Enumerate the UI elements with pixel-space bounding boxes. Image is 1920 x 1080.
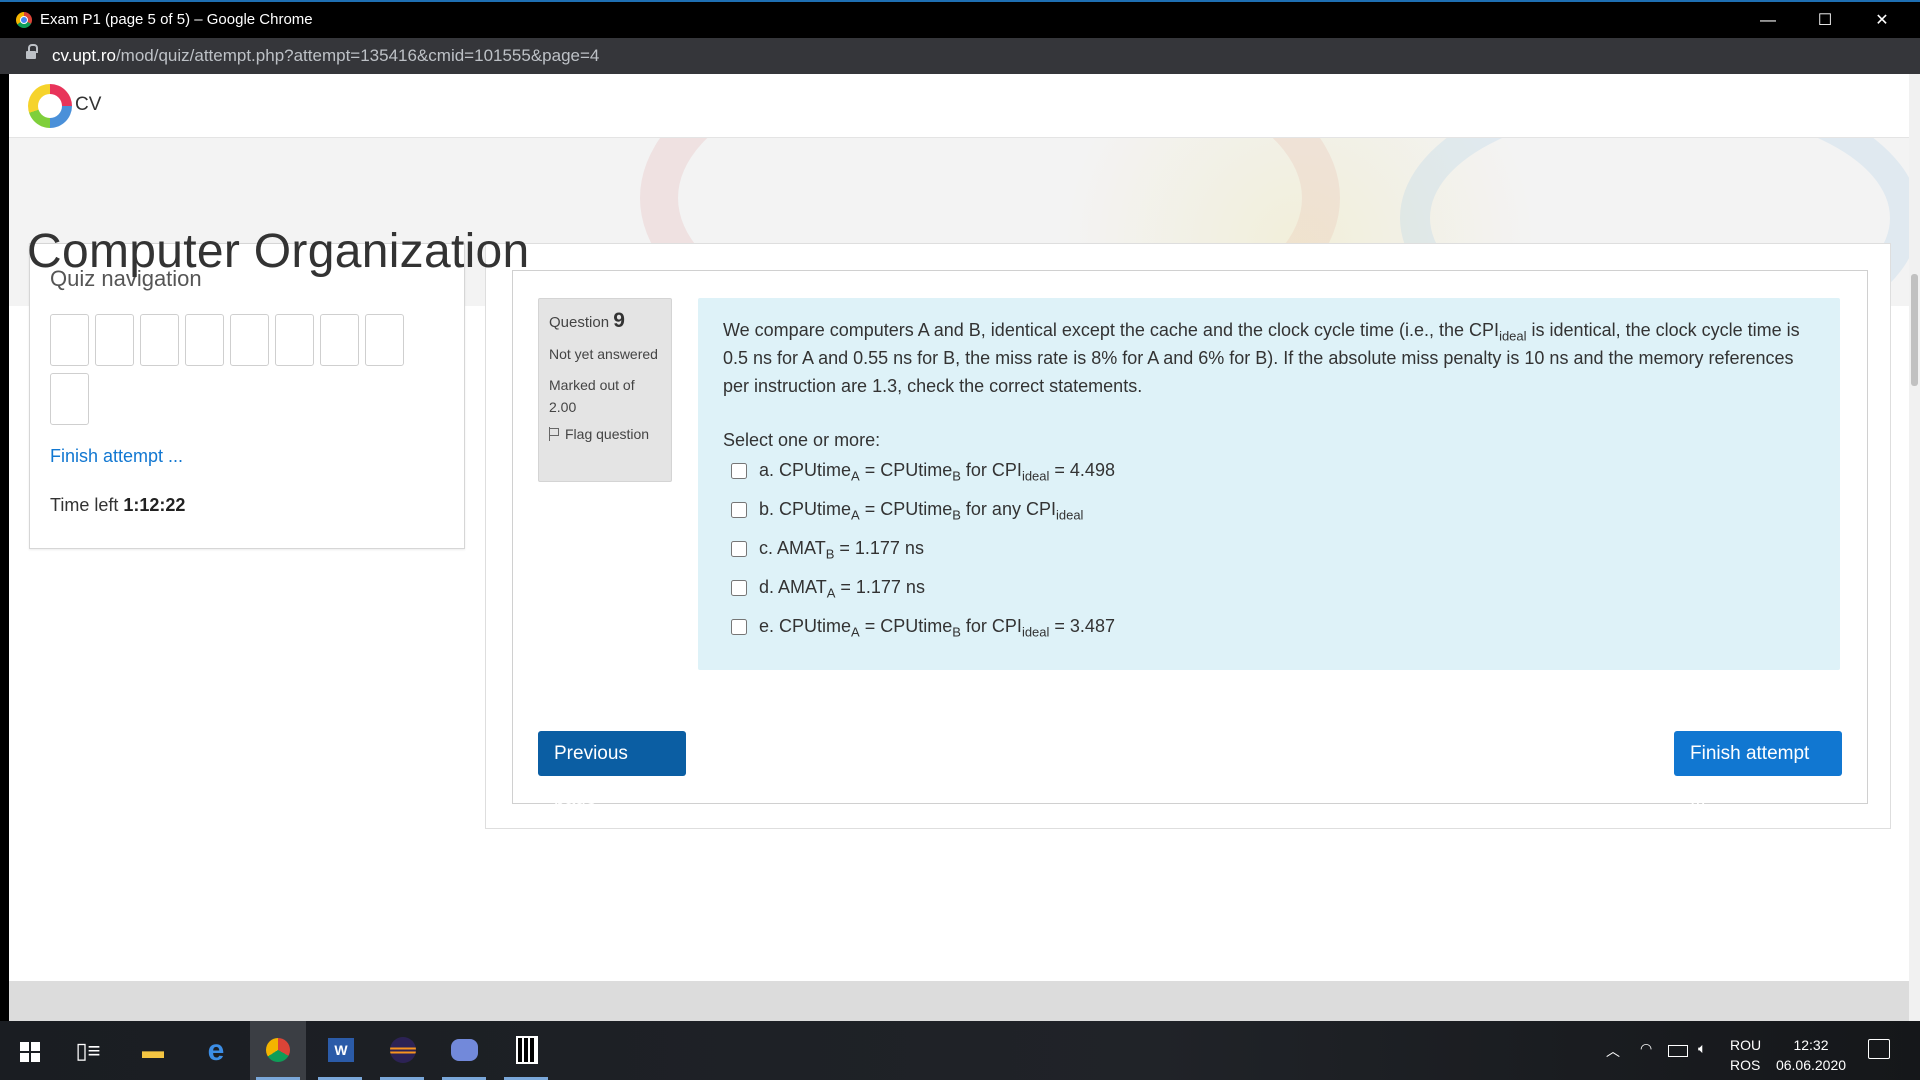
- answer-checkbox-b[interactable]: [731, 501, 747, 518]
- question-text-part: We compare computers A and B, identical …: [723, 320, 1500, 340]
- quiz-nav-question-2[interactable]: [95, 314, 134, 366]
- answer-label-a: a. CPUtimeA = CPUtimeB for CPIideal = 4.…: [759, 460, 1115, 484]
- flag-icon: [549, 427, 559, 441]
- time-left: Time left 1:12:22: [50, 495, 185, 516]
- task-view-icon: ▯≡: [75, 1038, 101, 1063]
- answer-prompt: Select one or more:: [723, 430, 881, 450]
- site-logo-icon[interactable]: [28, 84, 72, 128]
- main-region: Question 9 Not yet answered Marked out o…: [485, 243, 1891, 829]
- word-icon: W: [328, 1038, 354, 1062]
- question-text: We compare computers A and B, identical …: [723, 316, 1815, 400]
- lock-icon: [26, 44, 38, 61]
- quiz-nav-question-3[interactable]: [140, 314, 179, 366]
- answer-option-e[interactable]: e. CPUtimeA = CPUtimeB for CPIideal = 3.…: [723, 607, 1815, 646]
- file-explorer-icon: ▬: [142, 1038, 164, 1063]
- quiz-nav-question-1[interactable]: [50, 314, 89, 366]
- previous-page-button[interactable]: Previous page: [538, 731, 686, 809]
- clock-date: 06.06.2020: [1775, 1057, 1847, 1073]
- time-left-value: 1:12:22: [123, 495, 186, 515]
- question-state: Not yet answered: [549, 346, 658, 362]
- word-button[interactable]: W: [312, 1021, 368, 1080]
- site-navbar: CV: [0, 74, 1909, 138]
- eclipse-button[interactable]: [374, 1021, 430, 1080]
- wifi-icon[interactable]: ◠: [1640, 1040, 1652, 1080]
- start-button[interactable]: [0, 1021, 56, 1080]
- quiz-nav-question-9[interactable]: [50, 373, 89, 425]
- page-title: Computer Organization: [27, 225, 530, 278]
- language-indicator[interactable]: ROU ROS: [1730, 1035, 1761, 1080]
- close-button[interactable]: ✕: [1854, 2, 1910, 40]
- volume-icon[interactable]: 🔈︎: [1698, 1040, 1706, 1080]
- quiz-nav-question-7[interactable]: [320, 314, 359, 366]
- flag-question-label: Flag question: [565, 426, 650, 442]
- flag-question-button[interactable]: Flag question: [549, 426, 661, 442]
- show-hidden-icons[interactable]: ︿: [1606, 1041, 1620, 1080]
- maximize-button[interactable]: ☐: [1797, 2, 1853, 40]
- discord-icon: [451, 1039, 478, 1061]
- chrome-taskbar-icon: [266, 1038, 290, 1062]
- scrollbar-thumb[interactable]: [1911, 274, 1918, 386]
- calculator-button[interactable]: [498, 1021, 554, 1080]
- url-text[interactable]: cv.upt.ro/mod/quiz/attempt.php?attempt=1…: [52, 46, 599, 66]
- finish-attempt-button[interactable]: Finish attempt ...: [1674, 731, 1842, 809]
- windows-taskbar: ▯≡ ▬ e W ︿ ◠ 🔈︎ ROU ROS 12:32 06.06.2020: [0, 1021, 1920, 1080]
- quiz-nav-question-4[interactable]: [185, 314, 224, 366]
- answer-label-b: b. CPUtimeA = CPUtimeB for any CPIideal: [759, 499, 1084, 523]
- window-title: Exam P1 (page 5 of 5) – Google Chrome: [40, 11, 313, 28]
- quiz-nav-question-8[interactable]: [365, 314, 404, 366]
- question-text-subscript: ideal: [1499, 328, 1527, 344]
- window-left-edge: [0, 74, 9, 1021]
- edge-button[interactable]: e: [188, 1021, 244, 1080]
- finish-attempt-link[interactable]: Finish attempt ...: [50, 446, 183, 467]
- url-host: cv.upt.ro: [52, 46, 116, 65]
- file-explorer-button[interactable]: ▬: [125, 1021, 181, 1080]
- question-info: Question 9 Not yet answered Marked out o…: [538, 298, 672, 482]
- quiz-nav-question-6[interactable]: [275, 314, 314, 366]
- answer-checkbox-a[interactable]: [731, 462, 747, 479]
- calculator-icon: [516, 1036, 538, 1064]
- windows-logo-icon: [20, 1042, 40, 1062]
- language-bottom: ROS: [1730, 1057, 1761, 1073]
- task-view-button[interactable]: ▯≡: [60, 1021, 116, 1080]
- battery-icon[interactable]: [1668, 1045, 1688, 1057]
- clock[interactable]: 12:32 06.06.2020: [1775, 1035, 1847, 1080]
- url-path: /mod/quiz/attempt.php?attempt=135416&cmi…: [115, 46, 600, 65]
- answer-label-c: c. AMATB = 1.177 ns: [759, 538, 924, 562]
- page-viewport: CV Computer Organization Quiz navigation…: [0, 74, 1909, 1021]
- window-titlebar: Exam P1 (page 5 of 5) – Google Chrome — …: [0, 0, 1920, 38]
- clock-time: 12:32: [1793, 1037, 1829, 1053]
- minimize-button[interactable]: —: [1740, 2, 1796, 40]
- address-bar[interactable]: cv.upt.ro/mod/quiz/attempt.php?attempt=1…: [0, 38, 1920, 74]
- question-grade: Marked out of 2.00: [549, 377, 635, 415]
- answer-label-d: d. AMATA = 1.177 ns: [759, 577, 925, 601]
- answer-checkbox-c[interactable]: [731, 540, 747, 557]
- time-left-label: Time left: [50, 495, 119, 515]
- discord-button[interactable]: [436, 1021, 492, 1080]
- answer-checkbox-d[interactable]: [731, 579, 747, 596]
- language-top: ROU: [1730, 1037, 1762, 1053]
- answer-list: a. CPUtimeA = CPUtimeB for CPIideal = 4.…: [723, 451, 1815, 646]
- answer-label-e: e. CPUtimeA = CPUtimeB for CPIideal = 3.…: [759, 616, 1115, 640]
- answer-checkbox-e[interactable]: [731, 618, 747, 635]
- quiz-nav-question-5[interactable]: [230, 314, 269, 366]
- question-formulation: We compare computers A and B, identical …: [698, 298, 1840, 670]
- quiz-navigation-block: Quiz navigation Finish attempt ... Time …: [29, 243, 465, 549]
- question-number: Question 9: [549, 309, 661, 333]
- answer-option-d[interactable]: d. AMATA = 1.177 ns: [723, 568, 1815, 607]
- edge-icon: e: [207, 1034, 225, 1067]
- chrome-taskbar-button[interactable]: [250, 1021, 306, 1080]
- answer-option-c[interactable]: c. AMATB = 1.177 ns: [723, 529, 1815, 568]
- question-number-value: 9: [613, 309, 625, 332]
- question-card: Question 9 Not yet answered Marked out o…: [512, 270, 1868, 809]
- eclipse-icon: [390, 1037, 416, 1063]
- question-label: Question: [549, 314, 610, 331]
- answer-option-b[interactable]: b. CPUtimeA = CPUtimeB for any CPIideal: [723, 490, 1815, 529]
- site-logo-text[interactable]: CV: [75, 94, 101, 116]
- action-center-icon[interactable]: [1868, 1039, 1890, 1059]
- page-footer: [0, 981, 1909, 1021]
- vertical-scrollbar[interactable]: [1909, 74, 1920, 1021]
- answer-option-a[interactable]: a. CPUtimeA = CPUtimeB for CPIideal = 4.…: [723, 451, 1815, 490]
- chrome-icon: [16, 12, 32, 28]
